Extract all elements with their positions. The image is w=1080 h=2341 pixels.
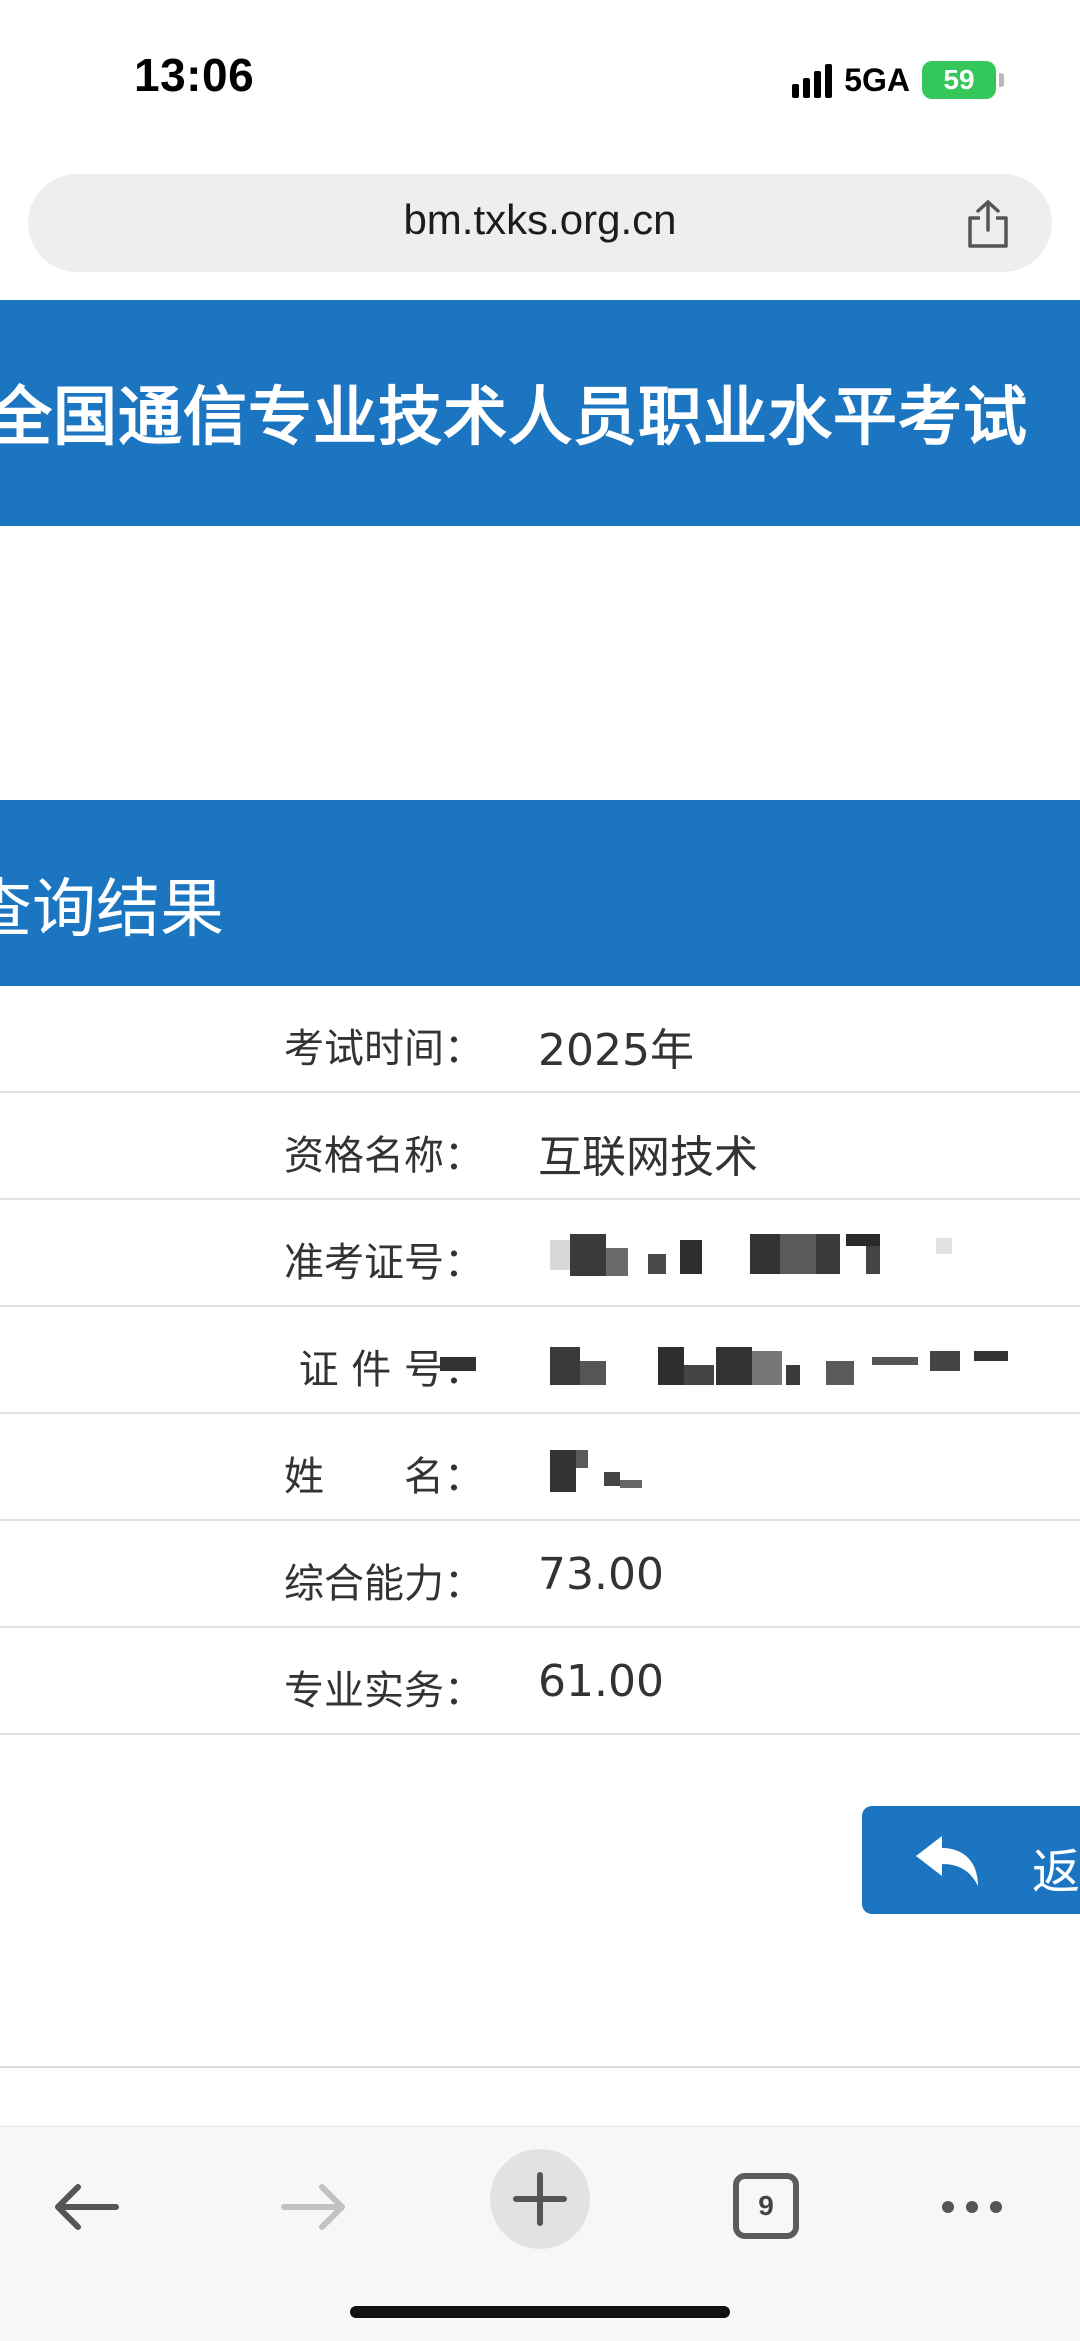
row-value: 73.00 (538, 1549, 664, 1600)
arrow-right-icon (281, 2184, 345, 2230)
arrow-left-icon (55, 2184, 119, 2230)
url-text[interactable]: bm.txks.org.cn (28, 196, 1052, 244)
row-exam-time: 考试时间： 2025年 (0, 986, 1080, 1093)
status-indicators: 5GA 59 (792, 58, 1004, 102)
home-indicator[interactable] (350, 2306, 730, 2318)
signal-icon (792, 62, 833, 98)
redacted-id-number (440, 1321, 1040, 1401)
row-id-number: 证 件 号： (0, 1307, 1080, 1414)
network-type: 5GA (844, 61, 910, 98)
result-header: 查询结果 (0, 800, 1080, 986)
nav-back-button[interactable] (36, 2157, 136, 2257)
battery-icon: 59 (922, 61, 1004, 99)
status-time: 13:06 (134, 49, 255, 101)
site-title: 全国通信专业技术人员职业水平考试 (0, 381, 1028, 455)
result-table: 考试时间： 2025年 资格名称： 互联网技术 准考证号： 证 件 号： 姓 名… (0, 986, 1080, 1735)
row-practice-score: 专业实务： 61.00 (0, 1628, 1080, 1735)
nav-forward-button[interactable] (264, 2157, 364, 2257)
row-label: 姓 名： (284, 1454, 484, 1500)
status-bar: 13:06 5GA 59 (0, 0, 1080, 150)
row-label: 准考证号： (284, 1240, 484, 1286)
row-qualification: 资格名称： 互联网技术 (0, 1093, 1080, 1200)
site-banner: 全国通信专业技术人员职业水平考试 (0, 300, 1080, 526)
row-value: 61.00 (538, 1656, 664, 1707)
share-icon[interactable] (962, 198, 1014, 250)
row-label: 专业实务： (284, 1668, 484, 1714)
plus-icon (513, 2172, 567, 2226)
row-value: 互联网技术 (538, 1132, 758, 1183)
row-label: 资格名称： (284, 1133, 484, 1179)
back-button[interactable]: 返回 (862, 1806, 1080, 1914)
battery-level: 59 (943, 64, 975, 95)
row-value: 2025年 (538, 1025, 694, 1076)
new-tab-button[interactable] (490, 2149, 590, 2249)
redacted-name (540, 1428, 660, 1508)
tabs-button[interactable]: 9 (716, 2157, 816, 2257)
back-button-label: 返回 (1032, 1844, 1080, 1900)
ellipsis-icon (942, 2201, 1002, 2213)
page-divider (0, 2066, 1080, 2068)
undo-arrow-icon (916, 1836, 978, 1886)
row-name: 姓 名： (0, 1414, 1080, 1521)
redacted-admission-number (540, 1214, 960, 1294)
row-admission-number: 准考证号： (0, 1200, 1080, 1307)
row-comprehensive-score: 综合能力： 73.00 (0, 1521, 1080, 1628)
row-label: 考试时间： (284, 1026, 484, 1072)
row-label: 综合能力： (284, 1561, 484, 1607)
tab-count: 9 (733, 2173, 799, 2239)
address-bar[interactable]: bm.txks.org.cn (28, 174, 1052, 272)
result-title: 查询结果 (0, 873, 224, 947)
more-button[interactable] (922, 2157, 1022, 2257)
